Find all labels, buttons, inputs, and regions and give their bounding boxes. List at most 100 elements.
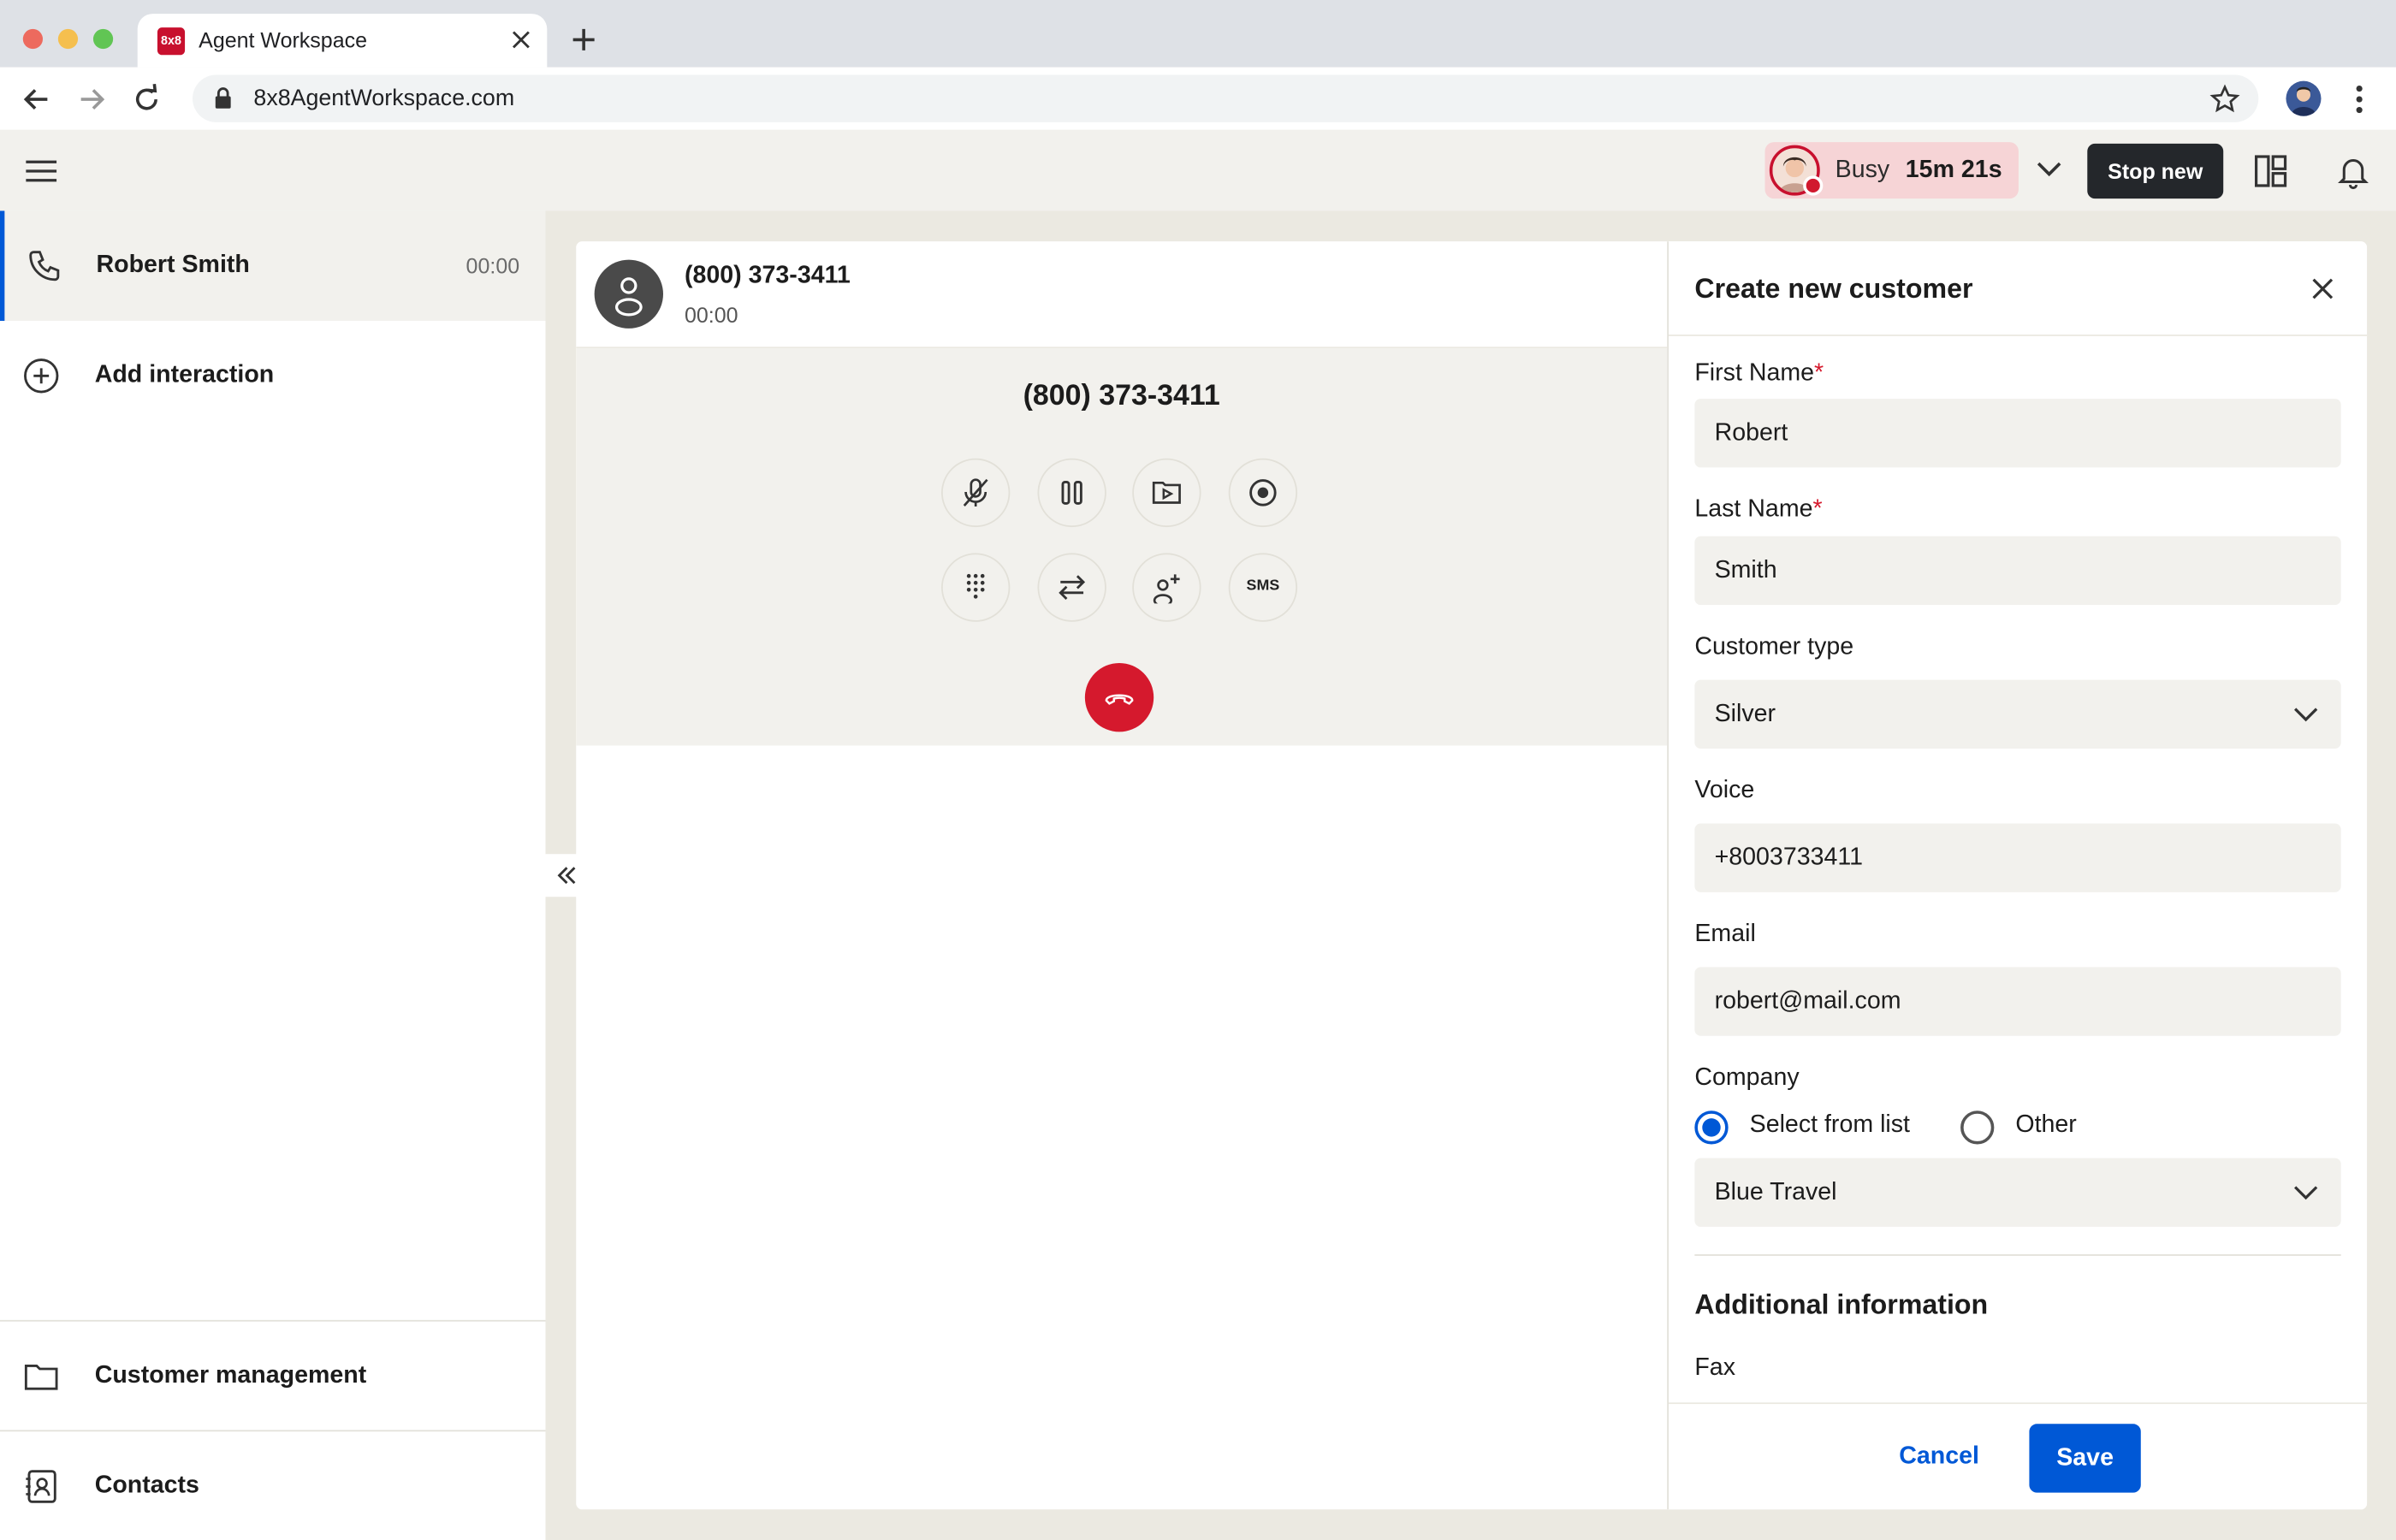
sidebar: Robert Smith 00:00 Add interaction Custo…	[0, 210, 546, 1540]
pause-icon	[1061, 480, 1082, 505]
required-asterisk: *	[1814, 360, 1824, 387]
panel-title: Create new customer	[1694, 273, 1973, 305]
chevron-down-icon	[2294, 708, 2318, 722]
plus-circle-icon	[24, 358, 59, 394]
additional-info-heading: Additional information	[1694, 1289, 1989, 1320]
radio-other[interactable]	[1960, 1111, 1995, 1145]
address-bar[interactable]: 8x8AgentWorkspace.com	[193, 74, 2259, 122]
interaction-name: Robert Smith	[96, 252, 250, 278]
nav-label: Customer management	[94, 1362, 367, 1389]
chevron-down-icon	[2294, 1186, 2318, 1200]
add-interaction-label: Add interaction	[94, 362, 275, 388]
tab-title: Agent Workspace	[199, 27, 368, 52]
url-text: 8x8AgentWorkspace.com	[253, 86, 515, 112]
status-label: Busy	[1835, 157, 1890, 184]
add-interaction-button[interactable]: Add interaction	[0, 348, 546, 403]
mute-button[interactable]	[941, 458, 1011, 528]
browser-menu-icon[interactable]	[2344, 82, 2375, 116]
media-button[interactable]	[1132, 458, 1201, 528]
panel-footer: Cancel Save	[1669, 1402, 2368, 1510]
bell-icon[interactable]	[2335, 153, 2372, 190]
status-timer: 15m 21s	[1905, 157, 2002, 184]
email-input[interactable]	[1694, 967, 2341, 1036]
hamburger-menu-icon[interactable]	[23, 154, 60, 187]
call-duration: 00:00	[685, 302, 738, 328]
app-root: 8x8 Agent Workspace 8x8AgentWorkspace.co…	[0, 0, 2396, 1540]
panel-header: Create new customer	[1669, 241, 2368, 336]
fax-label: Fax	[1694, 1354, 1735, 1382]
browser-tab[interactable]: 8x8 Agent Workspace	[137, 14, 548, 68]
create-customer-panel: Create new customer First Name* Last Nam…	[1667, 241, 2368, 1510]
nav-contacts[interactable]: Contacts	[0, 1430, 546, 1540]
chevron-down-icon[interactable]	[2034, 157, 2065, 182]
dialpad-icon	[966, 573, 985, 599]
reload-icon[interactable]	[130, 82, 163, 116]
new-tab-icon[interactable]	[568, 25, 599, 56]
interaction-item-active[interactable]: Robert Smith 00:00	[0, 210, 546, 321]
first-name-label: First Name*	[1694, 360, 1824, 387]
forward-arrow-icon[interactable]	[75, 82, 109, 116]
call-header: (800) 373-3411 00:00	[576, 241, 1668, 349]
add-person-icon	[1153, 574, 1180, 604]
dialed-number: (800) 373-3411	[1023, 380, 1220, 413]
window-minimize-dot[interactable]	[57, 28, 79, 50]
hang-up-icon	[1105, 694, 1134, 705]
window-maximize-dot[interactable]	[92, 28, 114, 50]
sms-label: SMS	[1246, 578, 1280, 595]
contacts-book-icon	[26, 1470, 56, 1503]
hold-button[interactable]	[1037, 458, 1106, 528]
interaction-time: 00:00	[466, 253, 520, 278]
folder-play-icon	[1152, 481, 1181, 504]
cancel-button[interactable]: Cancel	[1878, 1425, 2001, 1490]
caller-number: (800) 373-3411	[685, 263, 851, 289]
nav-label: Contacts	[94, 1472, 199, 1499]
lock-icon	[215, 87, 231, 109]
record-icon	[1249, 479, 1277, 506]
customer-type-select[interactable]: Silver	[1694, 679, 2341, 749]
company-label: Company	[1694, 1064, 1800, 1091]
profile-avatar[interactable]	[2286, 80, 2322, 116]
radio-label-select-from-list[interactable]: Select from list	[1750, 1112, 1910, 1140]
keypad-button[interactable]	[941, 553, 1011, 622]
last-name-input[interactable]	[1694, 536, 2341, 606]
person-icon	[614, 277, 643, 317]
call-card: (800) 373-3411 00:00 (800) 373-3411 SMS …	[576, 241, 2368, 1510]
favicon-icon: 8x8	[157, 27, 186, 56]
voice-input[interactable]	[1694, 823, 2341, 892]
layout-grid-icon[interactable]	[2252, 153, 2289, 190]
sms-button[interactable]: SMS	[1228, 553, 1298, 622]
stop-new-button[interactable]: Stop new	[2087, 143, 2224, 199]
email-label: Email	[1694, 921, 1756, 948]
required-asterisk: *	[1812, 496, 1823, 523]
radio-select-from-list[interactable]	[1694, 1111, 1729, 1145]
customer-type-value: Silver	[1714, 701, 1776, 727]
close-tab-icon[interactable]	[507, 26, 535, 53]
folder-icon	[24, 1364, 58, 1390]
busy-status-dot	[1803, 175, 1824, 196]
agent-status-pill[interactable]: Busy 15m 21s	[1764, 142, 2019, 199]
company-value: Blue Travel	[1714, 1179, 1837, 1205]
window-close-dot[interactable]	[22, 28, 43, 50]
add-participant-button[interactable]	[1132, 553, 1201, 622]
close-icon[interactable]	[2306, 272, 2340, 305]
transfer-arrows-icon	[1059, 575, 1086, 601]
voice-label: Voice	[1694, 777, 1755, 804]
company-select[interactable]: Blue Travel	[1694, 1158, 2341, 1227]
browser-tab-bar: 8x8 Agent Workspace	[0, 0, 2396, 68]
bookmark-star-icon[interactable]	[2209, 84, 2240, 115]
caller-avatar	[594, 259, 663, 329]
mic-off-icon	[963, 478, 988, 506]
phone-icon	[29, 251, 60, 281]
last-name-label: Last Name*	[1694, 496, 1823, 523]
section-divider	[1694, 1254, 2341, 1256]
hang-up-button[interactable]	[1084, 663, 1154, 732]
first-name-input[interactable]	[1694, 399, 2341, 468]
radio-label-other[interactable]: Other	[2015, 1112, 2076, 1140]
call-controls: (800) 373-3411 SMS	[576, 348, 1668, 746]
back-arrow-icon[interactable]	[20, 82, 53, 116]
browser-toolbar: 8x8AgentWorkspace.com	[0, 67, 2396, 130]
transfer-button[interactable]	[1037, 553, 1106, 622]
record-button[interactable]	[1228, 458, 1298, 528]
nav-customer-management[interactable]: Customer management	[0, 1319, 546, 1430]
save-button[interactable]: Save	[2029, 1424, 2141, 1493]
